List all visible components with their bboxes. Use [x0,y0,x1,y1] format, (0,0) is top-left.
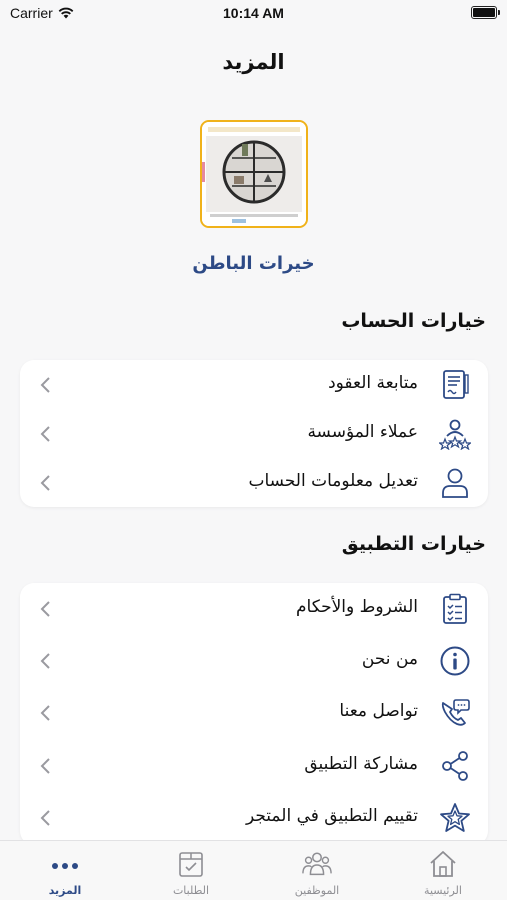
profile-logo [200,120,308,228]
user-icon [438,466,472,500]
tab-label: الطلبات [172,884,210,897]
menu-item-label: متابعة العقود [328,373,418,393]
employees-icon [302,849,332,879]
menu-item-label: الشروط والأحكام [295,597,418,617]
chevron-left-icon [40,705,50,721]
menu-item-about[interactable]: من نحن [20,636,488,686]
chevron-left-icon [40,377,50,393]
orders-box-icon [176,849,206,879]
chevron-left-icon [40,810,50,826]
phone-chat-icon [438,696,472,730]
app-options-card: الشروط والأحكام من نحن تواصل معنا مشاركة… [20,583,488,845]
status-bar: Carrier 10:14 AM [0,0,507,30]
account-options-card: متابعة العقود عملاء المؤسسة تعديل معلوما… [20,360,488,507]
menu-item-label: تقييم التطبيق في المتجر [245,806,418,826]
chevron-left-icon [40,601,50,617]
status-time: 10:14 AM [223,5,284,21]
page-title: المزيد [222,50,285,74]
share-icon [438,749,472,783]
menu-item-contact[interactable]: تواصل معنا [20,688,488,738]
contract-icon [438,368,472,402]
tab-orders[interactable]: الطلبات [128,841,254,900]
menu-item-edit-account[interactable]: تعديل معلومات الحساب [20,458,488,508]
tab-employees[interactable]: الموظفين [254,841,380,900]
tab-label: الرئيسية [424,884,462,897]
clipboard-checklist-icon [438,592,472,626]
tab-label: المزيد [48,884,82,897]
menu-item-label: تعديل معلومات الحساب [248,471,418,491]
menu-item-label: من نحن [361,649,418,669]
tab-more[interactable]: المزيد [2,841,128,900]
menu-item-terms[interactable]: الشروط والأحكام [20,584,488,634]
chevron-left-icon [40,475,50,491]
more-dots-icon [50,849,80,879]
account-section-title: خيارات الحساب [341,310,486,332]
tab-bar: الرئيسية الموظفين الطلبات المزيد [0,840,507,900]
home-icon [428,849,458,879]
menu-item-contracts[interactable]: متابعة العقود [20,360,488,410]
menu-item-label: عملاء المؤسسة [307,422,418,442]
menu-item-label: تواصل معنا [339,701,418,721]
profile-name: خيرات الباطن [192,253,315,274]
chevron-left-icon [40,426,50,442]
menu-item-clients[interactable]: عملاء المؤسسة [20,409,488,459]
battery-icon [471,6,500,19]
tab-home[interactable]: الرئيسية [380,841,506,900]
star-icon [438,801,472,835]
clients-icon [438,417,472,451]
info-icon [438,644,472,678]
menu-item-share[interactable]: مشاركة التطبيق [20,741,488,791]
menu-item-label: مشاركة التطبيق [304,754,418,774]
menu-item-rate[interactable]: تقييم التطبيق في المتجر [20,793,488,843]
logo-image [202,122,306,226]
app-section-title: خيارات التطبيق [341,533,486,555]
chevron-left-icon [40,653,50,669]
chevron-left-icon [40,758,50,774]
tab-label: الموظفين [294,884,340,897]
